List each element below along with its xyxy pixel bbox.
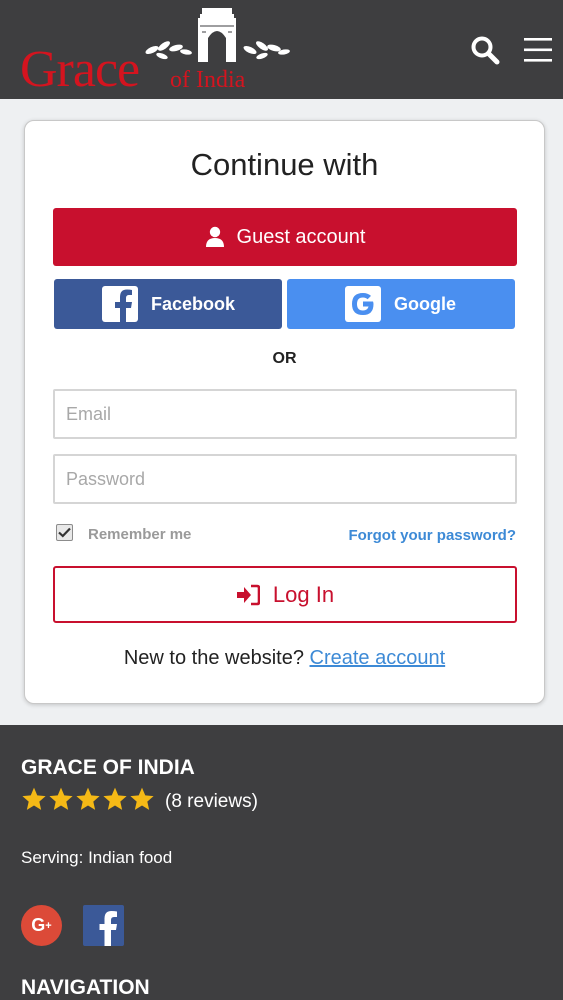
remember-me-label: Remember me bbox=[88, 526, 192, 543]
checkmark-icon bbox=[58, 527, 71, 538]
star-icon bbox=[49, 787, 73, 810]
password-input[interactable] bbox=[53, 454, 517, 504]
card-title: Continue with bbox=[190, 147, 379, 182]
remember-me-checkbox[interactable] bbox=[56, 524, 73, 541]
google-plus-icon[interactable]: G + bbox=[21, 905, 62, 946]
serving-text: Serving: Indian food bbox=[21, 848, 173, 867]
navigation-heading: NAVIGATION bbox=[21, 976, 150, 999]
menu-icon[interactable] bbox=[524, 37, 552, 63]
star-icon bbox=[130, 787, 154, 810]
star-icon bbox=[76, 787, 100, 810]
star-rating bbox=[21, 786, 156, 812]
remember-me: Remember me bbox=[56, 522, 191, 543]
forgot-password-link[interactable]: Forgot your password? bbox=[348, 527, 516, 544]
login-card: Continue with Guest account Facebook Goo… bbox=[24, 120, 545, 704]
email-input[interactable] bbox=[53, 389, 517, 439]
login-label: Log In bbox=[272, 581, 335, 607]
search-icon[interactable] bbox=[470, 35, 500, 65]
site-footer: GRACE OF INDIA (8 reviews) Serving: Indi… bbox=[0, 725, 563, 1000]
facebook-icon bbox=[102, 286, 138, 322]
or-divider: OR bbox=[272, 350, 297, 367]
user-icon bbox=[205, 226, 224, 247]
guest-account-label: Guest account bbox=[236, 225, 366, 248]
facebook-icon[interactable] bbox=[83, 905, 124, 946]
site-header: Grace of India bbox=[0, 0, 563, 99]
reviews-count[interactable]: (8 reviews) bbox=[165, 791, 258, 813]
star-icon bbox=[103, 787, 127, 810]
sign-in-icon bbox=[236, 584, 260, 605]
facebook-label: Facebook bbox=[151, 293, 236, 314]
restaurant-name: GRACE OF INDIA bbox=[21, 756, 195, 779]
logo-text-main: Grace bbox=[20, 41, 140, 98]
facebook-login-button[interactable]: Facebook bbox=[54, 279, 282, 329]
google-label: Google bbox=[394, 293, 456, 314]
india-gate-logo-icon bbox=[145, 8, 290, 62]
site-logo[interactable]: Grace of India bbox=[18, 4, 290, 98]
new-to-website-text: New to the website? bbox=[123, 647, 304, 669]
create-account-link[interactable]: Create account bbox=[310, 647, 446, 669]
star-icon bbox=[22, 787, 46, 810]
guest-account-button[interactable]: Guest account bbox=[53, 208, 517, 266]
google-icon bbox=[345, 286, 381, 322]
login-button[interactable]: Log In bbox=[53, 566, 517, 623]
logo-text-sub: of India bbox=[170, 67, 246, 93]
google-login-button[interactable]: Google bbox=[287, 279, 515, 329]
create-account-line: New to the website? Create account bbox=[25, 647, 544, 670]
